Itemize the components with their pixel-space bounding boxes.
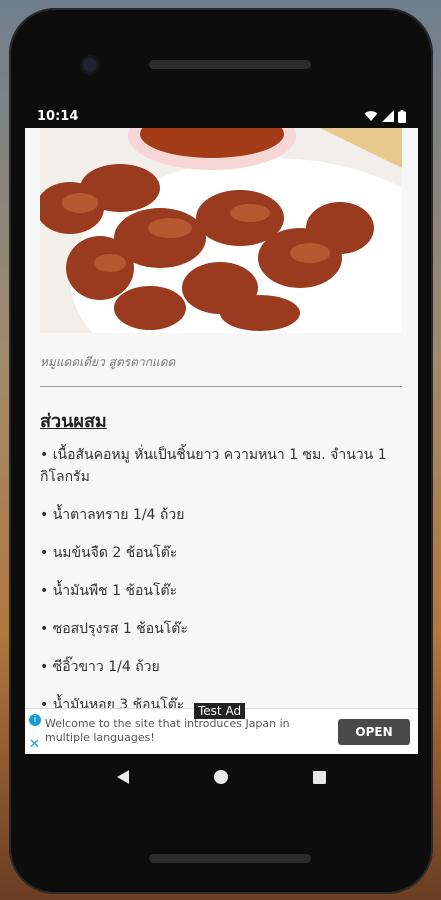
ad-banner[interactable]: Test Ad i ✕ Welcome to the site that int… xyxy=(25,703,418,754)
status-bar: 10:14 xyxy=(25,104,418,128)
bottom-speaker xyxy=(149,854,311,863)
navigation-bar xyxy=(25,754,418,800)
info-icon[interactable]: i xyxy=(29,714,41,726)
home-icon[interactable] xyxy=(213,770,228,784)
ingredient-item: • น้ำตาลทราย 1/4 ถ้วย xyxy=(40,507,185,523)
ingredient-item: • ซีอิ๊วขาว 1/4 ถ้วย xyxy=(40,659,160,675)
ingredient-item: • ซอสปรุงรส 1 ช้อนโต๊ะ xyxy=(40,621,188,637)
signal-icon xyxy=(382,110,394,122)
top-speaker xyxy=(149,60,311,69)
status-time: 10:14 xyxy=(37,108,79,124)
food-photo xyxy=(40,128,402,333)
recents-icon[interactable] xyxy=(312,770,326,784)
front-camera xyxy=(83,58,97,72)
close-icon[interactable]: ✕ xyxy=(29,737,40,752)
ingredient-item: • น้ำมันพืช 1 ช้อนโต๊ะ xyxy=(40,583,178,599)
ingredient-list: • เนื้อสันคอหมู หั่นเป็นชิ้นยาว ความหนา … xyxy=(40,444,400,708)
battery-icon xyxy=(398,109,406,123)
ingredient-item: • นมข้นจืด 2 ช้อนโต๊ะ xyxy=(40,545,178,561)
section-title-ingredients: ส่วนผสม xyxy=(40,411,107,432)
app-screen: หมูแดดเดียว สูตรตากแดด ส่วนผสม • เนื้อสั… xyxy=(25,128,418,708)
divider xyxy=(40,386,402,387)
ingredient-item: • เนื้อสันคอหมู หั่นเป็นชิ้นยาว ความหนา … xyxy=(40,447,387,485)
image-caption: หมูแดดเดียว สูตรตากแดด xyxy=(40,355,176,369)
food-photo-illustration xyxy=(40,128,402,333)
ad-text[interactable]: Welcome to the site that introduces Japa… xyxy=(45,717,335,745)
wifi-icon xyxy=(364,111,378,121)
ad-open-button[interactable]: OPEN xyxy=(338,719,410,745)
back-icon[interactable] xyxy=(117,770,130,784)
